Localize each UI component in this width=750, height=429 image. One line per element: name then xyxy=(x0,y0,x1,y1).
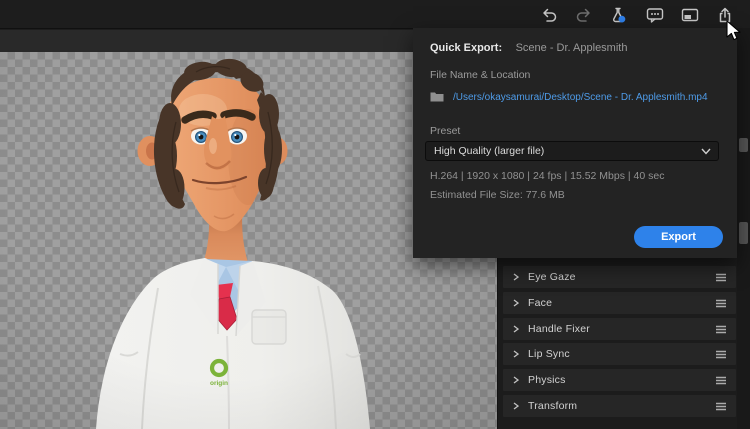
folder-icon[interactable] xyxy=(430,91,444,102)
property-row-handle-fixer[interactable]: Handle Fixer xyxy=(503,318,736,340)
experimental-flask-icon[interactable] xyxy=(609,6,627,24)
property-label: Physics xyxy=(528,374,566,386)
property-label: Face xyxy=(528,297,553,309)
preset-selected-value: High Quality (larger file) xyxy=(434,145,545,157)
preset-label: Preset xyxy=(430,125,461,137)
top-toolbar xyxy=(0,0,750,29)
preset-dropdown[interactable]: High Quality (larger file) xyxy=(425,141,719,161)
property-label: Lip Sync xyxy=(528,348,570,360)
scrollbar-track[interactable] xyxy=(737,28,750,429)
chevron-right-icon[interactable] xyxy=(513,325,519,333)
property-label: Eye Gaze xyxy=(528,271,576,283)
export-specs-text: H.264 | 1920 x 1080 | 24 fps | 15.52 Mbp… xyxy=(430,170,665,182)
export-button[interactable]: Export xyxy=(634,226,723,248)
undo-icon[interactable] xyxy=(540,6,558,24)
scrollbar-thumb[interactable] xyxy=(739,222,748,244)
quick-export-panel: Quick Export: Scene - Dr. Applesmith Fil… xyxy=(413,28,737,258)
badge-text: origin xyxy=(210,380,228,387)
hamburger-menu-icon[interactable] xyxy=(715,402,727,411)
quick-export-scene-name: Scene - Dr. Applesmith xyxy=(515,42,628,54)
scrollbar-thumb[interactable] xyxy=(739,138,748,152)
hamburger-menu-icon[interactable] xyxy=(715,350,727,359)
hamburger-menu-icon[interactable] xyxy=(715,325,727,334)
property-label: Transform xyxy=(528,400,578,412)
chevron-right-icon[interactable] xyxy=(513,402,519,410)
file-name-location-label: File Name & Location xyxy=(430,69,531,81)
app-window: origin Eye Gaze Face Handle Fixer Lip Sy… xyxy=(0,0,750,429)
estimated-file-size-text: Estimated File Size: 77.6 MB xyxy=(430,189,565,201)
notification-dot xyxy=(618,15,626,23)
chevron-right-icon[interactable] xyxy=(513,350,519,358)
export-file-path-link[interactable]: /Users/okaysamurai/Desktop/Scene - Dr. A… xyxy=(453,92,708,103)
property-row-face[interactable]: Face xyxy=(503,292,736,314)
quick-export-title: Quick Export: xyxy=(430,42,503,54)
share-export-icon[interactable] xyxy=(716,6,734,24)
panel-layout-icon[interactable] xyxy=(681,6,699,24)
chevron-right-icon[interactable] xyxy=(513,273,519,281)
hamburger-menu-icon[interactable] xyxy=(715,273,727,282)
chevron-down-icon xyxy=(701,148,711,155)
hamburger-menu-icon[interactable] xyxy=(715,376,727,385)
chevron-right-icon[interactable] xyxy=(513,376,519,384)
coat-pocket xyxy=(251,309,287,345)
comments-icon[interactable] xyxy=(646,6,664,24)
property-row-physics[interactable]: Physics xyxy=(503,369,736,391)
property-row-lip-sync[interactable]: Lip Sync xyxy=(503,343,736,365)
properties-panel: Eye Gaze Face Handle Fixer Lip Sync Phys… xyxy=(497,258,750,429)
chevron-right-icon[interactable] xyxy=(513,299,519,307)
property-row-transform[interactable]: Transform xyxy=(503,395,736,417)
hamburger-menu-icon[interactable] xyxy=(715,299,727,308)
property-label: Handle Fixer xyxy=(528,323,590,335)
quick-export-header: Quick Export: Scene - Dr. Applesmith xyxy=(430,38,627,56)
redo-icon[interactable] xyxy=(575,6,593,24)
property-row-eye-gaze[interactable]: Eye Gaze xyxy=(503,266,736,288)
